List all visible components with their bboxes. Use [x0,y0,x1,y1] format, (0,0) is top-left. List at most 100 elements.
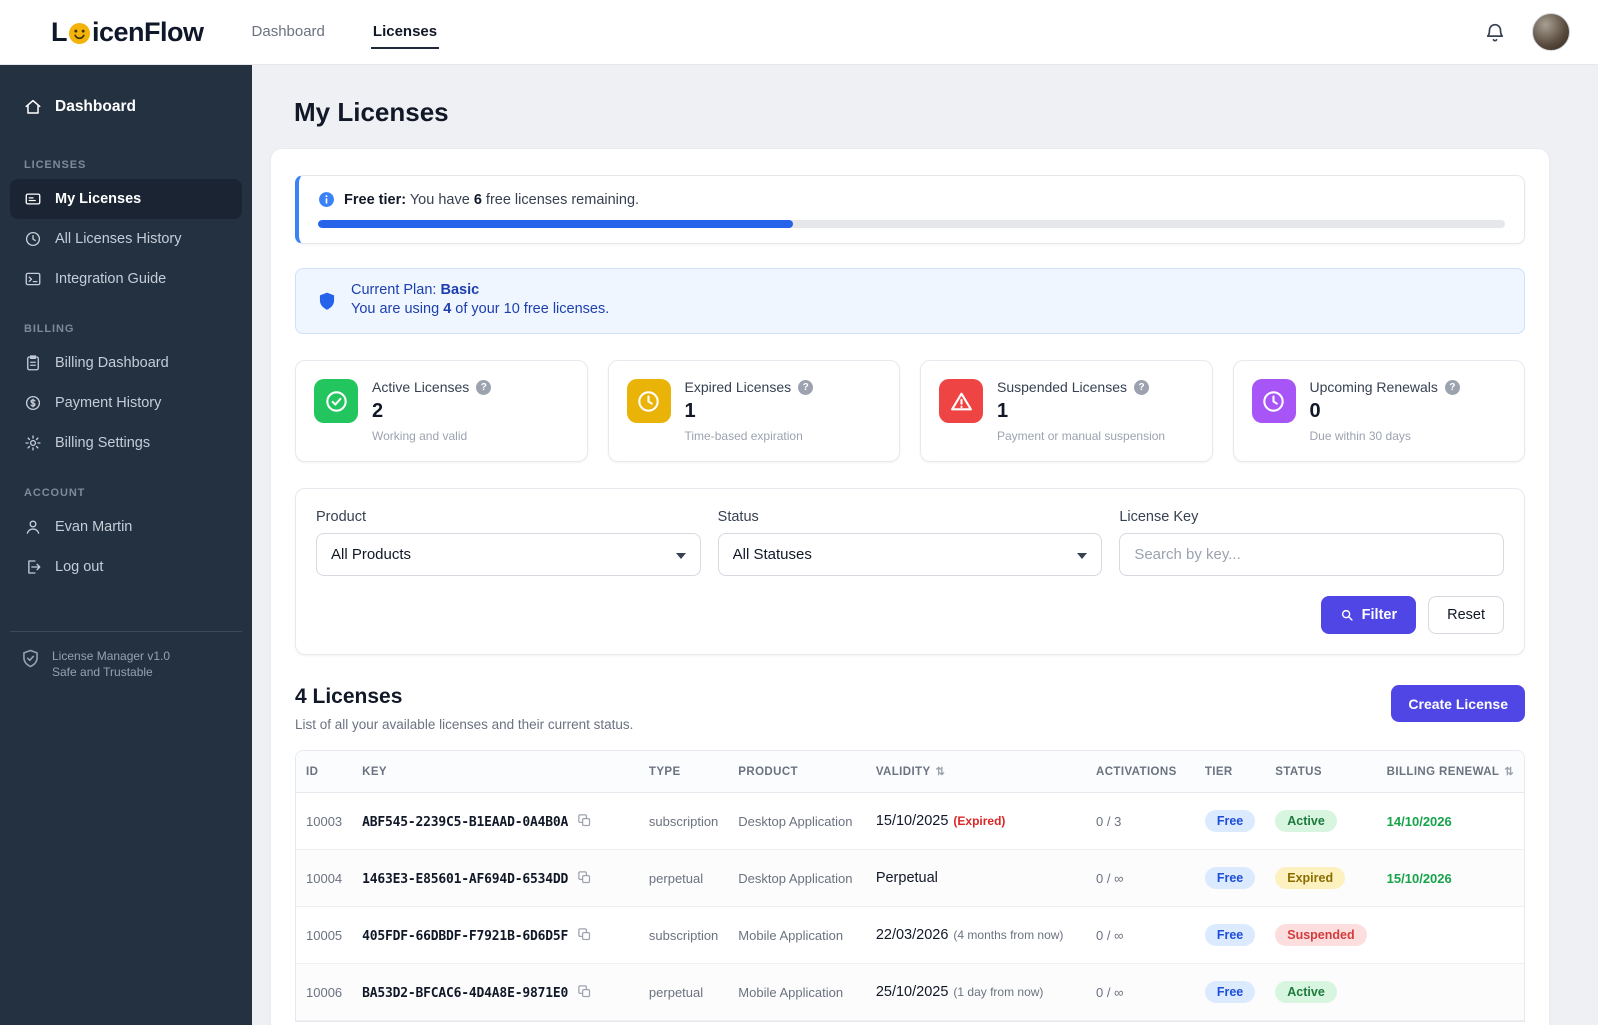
cell-type: subscription [638,906,729,964]
info-icon [318,191,335,208]
cell-validity: 15/10/2025 (Expired) [865,792,1087,850]
cell-activations: 0 / ∞ [1086,906,1195,964]
status-filter-label: Status [717,509,759,525]
col-validity[interactable]: VALIDITY [865,751,1087,793]
cell-tier: Free [1194,963,1266,1021]
sidebar-label: My Licenses [55,191,142,207]
sort-icon[interactable] [1504,766,1514,778]
cell-validity: Perpetual [865,849,1087,907]
license-key-filter-label: License Key [1119,509,1199,525]
cell-tier: Free [1194,792,1266,850]
col-activations: ACTIVATIONS [1086,751,1195,793]
status-badge: Expired [1275,867,1346,889]
sidebar-label: Evan Martin [55,519,133,535]
content-panel: Free tier: You have 6 free licenses rema… [270,148,1550,1025]
sidebar-item-payment-history[interactable]: Payment History [10,383,242,423]
status-select[interactable]: All Statuses [717,533,1103,576]
copy-icon[interactable] [577,984,592,999]
stat-label: Suspended Licenses [997,379,1127,395]
copy-icon[interactable] [577,927,592,942]
cell-tier: Free [1194,906,1266,964]
help-icon[interactable] [798,379,814,395]
tier-badge: Free [1204,924,1256,946]
cell-product: Desktop Application [728,849,866,907]
filter-panel: Product All Products Status All Statuses… [295,488,1525,655]
check-circle-icon [314,379,358,423]
stat-card-suspended-licenses: Suspended Licenses 1 Payment or manual s… [920,360,1213,462]
search-icon [1341,609,1353,621]
list-subtitle: List of all your available licenses and … [295,717,634,732]
table-row: 10005 405FDF-66DBDF-F7921B-6D6D5F subscr… [296,906,1524,964]
stat-value: 2 [372,400,384,422]
filter-button[interactable]: Filter [1320,596,1417,634]
bell-icon[interactable] [1484,21,1506,43]
help-icon[interactable] [1444,379,1460,395]
status-badge: Suspended [1275,924,1367,946]
create-license-button[interactable]: Create License [1391,685,1525,722]
stat-label: Expired Licenses [684,379,792,395]
table-row: 10006 BA53D2-BFCAC6-4D4A8E-9871E0 perpet… [296,963,1524,1021]
clock-icon [626,379,671,423]
product-select[interactable]: All Products [316,533,701,576]
stat-desc: Due within 30 days [1309,429,1411,443]
sidebar-label: Billing Settings [55,435,151,451]
clock-icon [1251,379,1296,423]
copy-icon[interactable] [577,870,592,885]
clipboard-icon [24,354,42,372]
sidebar-label: All Licenses History [55,231,182,247]
sidebar-footer: License Manager v1.0 Safe and Trustable [10,631,242,680]
sidebar-section-licenses: LICENSES [24,159,87,171]
cell-activations: 0 / ∞ [1086,963,1195,1021]
col-billing-renewal[interactable]: BILLING RENEWAL [1376,751,1524,793]
stat-value: 1 [997,400,1009,422]
free-tier-progress [318,220,1505,228]
sidebar-item-my-licenses[interactable]: My Licenses [10,179,242,219]
sidebar-item-billing-dashboard[interactable]: Billing Dashboard [10,343,242,383]
sidebar-item-logout[interactable]: Log out [10,547,242,587]
free-tier-banner: Free tier: You have 6 free licenses rema… [295,175,1525,244]
sidebar-item-user[interactable]: Evan Martin [10,507,242,547]
sidebar-item-integration-guide[interactable]: Integration Guide [10,259,242,299]
cell-key: 1463E3-E85601-AF694D-6534DD [352,849,639,907]
sidebar-section-account: ACCOUNT [24,487,86,499]
sidebar-label: Log out [55,559,104,575]
cell-type: perpetual [638,963,729,1021]
sidebar-item-dashboard[interactable]: Dashboard [10,87,242,127]
cell-status: Suspended [1265,906,1377,964]
logo[interactable]: L icenFlow [51,17,204,48]
sort-icon[interactable] [936,766,946,778]
license-key: 405FDF-66DBDF-F7921B-6D6D5F [362,928,569,944]
license-key-search-input[interactable] [1119,533,1504,576]
cell-tier: Free [1194,849,1266,907]
cell-id: 10006 [296,963,353,1021]
cell-validity: 22/03/2026 (4 months from now) [865,906,1087,964]
stat-card-expired-licenses: Expired Licenses 1 Time-based expiration [607,360,900,462]
stat-card-active-licenses: Active Licenses 2 Working and valid [295,360,588,462]
dollar-circle-icon [24,394,42,412]
topnav-licenses[interactable]: Licenses [370,16,440,49]
cell-billing-renewal [1376,963,1524,1021]
table-row: 10003 ABF545-2239C5-B1EAAD-0A4B0A subscr… [296,792,1524,850]
warning-triangle-icon [939,379,983,423]
footer-version: License Manager v1.0 [52,649,171,663]
help-icon[interactable] [1134,379,1149,395]
sidebar-item-all-licenses-history[interactable]: All Licenses History [10,219,242,259]
copy-icon[interactable] [577,813,592,828]
help-icon[interactable] [476,379,492,395]
licenses-table-wrap: ID KEY TYPE PRODUCT VALIDITY ACTIVATIONS… [295,750,1525,1022]
cell-key: ABF545-2239C5-B1EAAD-0A4B0A [352,792,639,850]
license-card-icon [24,190,42,208]
free-tier-text: Free tier: You have 6 free licenses rema… [344,191,640,208]
col-product: PRODUCT [728,751,866,793]
cell-id: 10003 [296,792,353,850]
reset-button[interactable]: Reset [1428,596,1504,634]
smiley-logo-icon [68,22,91,45]
shield-check-icon [20,648,41,669]
cell-product: Mobile Application [728,906,866,964]
topnav-dashboard[interactable]: Dashboard [250,16,327,49]
avatar[interactable] [1532,13,1570,51]
table-header-row: ID KEY TYPE PRODUCT VALIDITY ACTIVATIONS… [296,751,1524,793]
sidebar-item-billing-settings[interactable]: Billing Settings [10,423,242,463]
footer-tagline: Safe and Trustable [52,665,153,680]
free-tier-progress-fill [318,220,793,228]
